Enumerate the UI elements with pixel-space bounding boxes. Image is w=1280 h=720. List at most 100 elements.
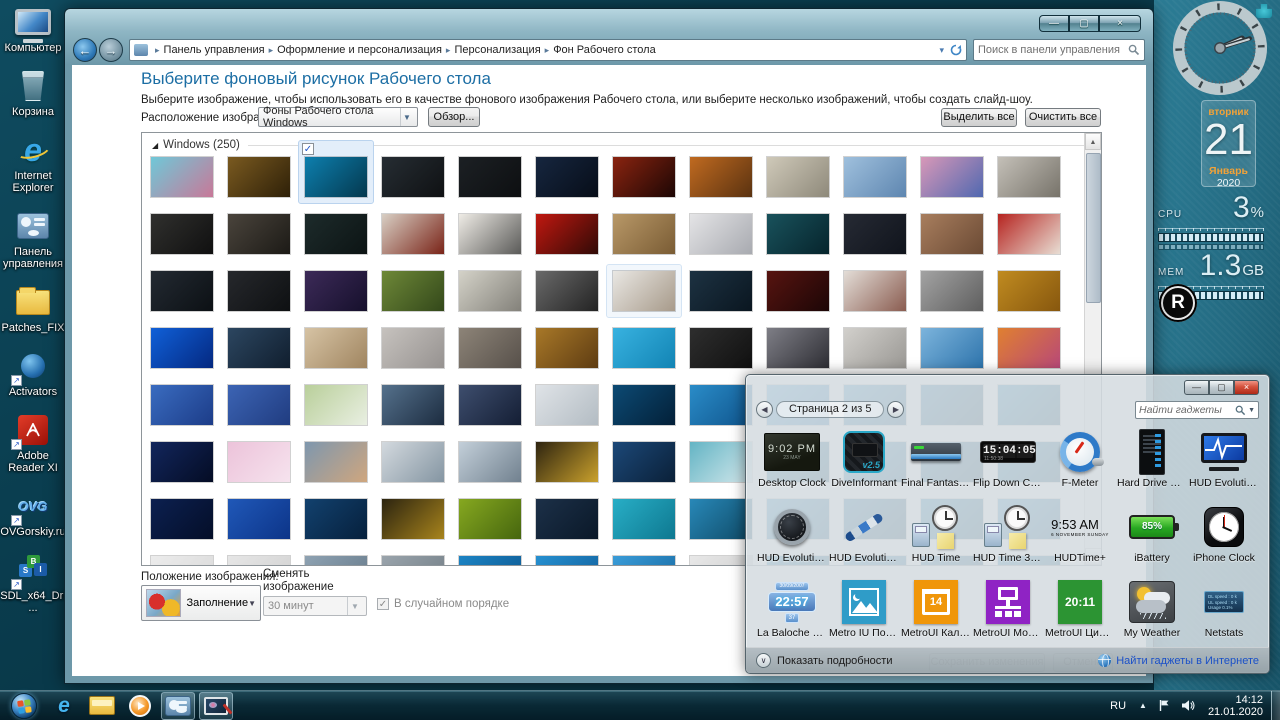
desktop-icon-ovg[interactable]: OVG↗OVGorskiy.ru	[0, 488, 66, 538]
next-page-button[interactable]: ▶	[887, 401, 904, 418]
wallpaper-thumbnail[interactable]	[844, 214, 906, 254]
wallpaper-thumbnail[interactable]	[613, 271, 675, 311]
wallpaper-group-header[interactable]: ◢ Windows (250)	[152, 139, 1087, 151]
volume-icon[interactable]	[1176, 699, 1200, 712]
gadget-item[interactable]: HUD Time	[900, 500, 972, 570]
back-button[interactable]: ←	[73, 38, 97, 62]
wallpaper-thumbnail[interactable]	[382, 442, 444, 482]
interval-select[interactable]: 30 минут ▼	[263, 596, 367, 616]
close-button[interactable]: ×	[1099, 15, 1141, 32]
wallpaper-thumbnail[interactable]	[382, 271, 444, 311]
desktop-icon-ie[interactable]: eInternet Explorer	[0, 132, 66, 194]
wallpaper-thumbnail[interactable]	[536, 385, 598, 425]
wallpaper-thumbnail[interactable]	[382, 328, 444, 368]
gadget-item[interactable]: v2.5DiveInformant	[828, 425, 900, 495]
wallpaper-thumbnail[interactable]	[228, 385, 290, 425]
gadget-item[interactable]: 9:02 PM23 MAYDesktop Clock	[756, 425, 828, 495]
wallpaper-thumbnail[interactable]	[151, 157, 213, 197]
wallpaper-thumbnail[interactable]	[613, 556, 675, 566]
wallpaper-thumbnail[interactable]	[382, 499, 444, 539]
wallpaper-thumbnail[interactable]	[921, 271, 983, 311]
wallpaper-thumbnail[interactable]	[459, 556, 521, 566]
calendar-gadget[interactable]: вторник 21 Январь 2020	[1201, 100, 1256, 187]
refresh-icon[interactable]	[950, 44, 962, 56]
gadget-item[interactable]: HUD Evolution ...	[828, 500, 900, 570]
show-details-label[interactable]: Показать подробности	[777, 655, 892, 667]
close-button[interactable]: ×	[1234, 380, 1259, 395]
wallpaper-thumbnail[interactable]	[228, 442, 290, 482]
wallpaper-thumbnail[interactable]	[536, 442, 598, 482]
gadget-item[interactable]: Final Fantasy XIII...	[900, 425, 972, 495]
taskbar-control-panel-active[interactable]	[161, 692, 195, 720]
wallpaper-thumbnail[interactable]	[536, 214, 598, 254]
gadget-item[interactable]: 85%iBattery	[1116, 500, 1188, 570]
gadget-item[interactable]: My Weather	[1116, 575, 1188, 645]
breadcrumb-item[interactable]: Фон Рабочего стола	[553, 44, 656, 56]
wallpaper-thumbnail[interactable]	[536, 271, 598, 311]
gadget-item[interactable]: 9:53 AM6 NOVEMBER SUNDAYHUDTime+	[1044, 500, 1116, 570]
gadget-item[interactable]: iPhone Clock	[1188, 500, 1260, 570]
scroll-up-button[interactable]: ▲	[1085, 133, 1101, 150]
wallpaper-thumbnail[interactable]	[151, 214, 213, 254]
wallpaper-thumbnail[interactable]	[228, 556, 290, 566]
maximize-button[interactable]: ▢	[1209, 380, 1234, 395]
gadget-item[interactable]: HUD Evolution ...	[756, 500, 828, 570]
wallpaper-thumbnail[interactable]	[305, 442, 367, 482]
wallpaper-thumbnail[interactable]	[305, 157, 367, 197]
forward-button[interactable]: →	[99, 38, 123, 62]
language-indicator[interactable]: RU	[1103, 700, 1133, 712]
wallpaper-thumbnail[interactable]	[690, 442, 752, 482]
window-titlebar[interactable]	[65, 9, 1153, 37]
desktop-icon-recycle[interactable]: Корзина	[0, 68, 66, 118]
wallpaper-thumbnail[interactable]	[382, 157, 444, 197]
wallpaper-thumbnail[interactable]	[690, 271, 752, 311]
gadget-item[interactable]: 15:04:0511:50:38Flip Down Clock	[972, 425, 1044, 495]
wallpaper-thumbnail[interactable]	[690, 499, 752, 539]
analog-clock-gadget[interactable]	[1172, 0, 1268, 96]
wallpaper-thumbnail[interactable]	[613, 214, 675, 254]
breadcrumb-item[interactable]: Панель управления	[164, 44, 265, 56]
wallpaper-thumbnail[interactable]	[228, 214, 290, 254]
wallpaper-thumbnail[interactable]	[613, 157, 675, 197]
wallpaper-thumbnail[interactable]	[228, 328, 290, 368]
wallpaper-thumbnail[interactable]	[151, 556, 213, 566]
taskbar-personalization-active[interactable]	[199, 692, 233, 720]
hidden-icons-button[interactable]: ▲	[1133, 701, 1153, 710]
wallpaper-thumbnail[interactable]	[305, 271, 367, 311]
wallpaper-thumbnail[interactable]	[767, 271, 829, 311]
maximize-button[interactable]: ▢	[1069, 15, 1099, 32]
wallpaper-thumbnail[interactable]	[767, 157, 829, 197]
desktop-icon-sdl[interactable]: SBI↗SDL_x64_Dri...	[0, 552, 66, 614]
wallpaper-thumbnail[interactable]	[151, 499, 213, 539]
wallpaper-thumbnail[interactable]	[228, 157, 290, 197]
wallpaper-thumbnail[interactable]	[998, 214, 1060, 254]
wallpaper-thumbnail[interactable]	[305, 556, 367, 566]
address-dropdown-icon[interactable]: ▾	[939, 45, 944, 56]
select-all-button[interactable]: Выделить все	[941, 108, 1017, 127]
wallpaper-thumbnail[interactable]	[613, 328, 675, 368]
wallpaper-thumbnail[interactable]	[382, 385, 444, 425]
search-input[interactable]	[978, 44, 1128, 56]
wallpaper-thumbnail[interactable]	[151, 271, 213, 311]
wallpaper-thumbnail[interactable]	[459, 442, 521, 482]
cpu-meter-gadget[interactable]: CPU 3%	[1158, 194, 1264, 250]
wallpaper-thumbnail[interactable]	[613, 385, 675, 425]
wallpaper-thumbnail[interactable]	[844, 157, 906, 197]
shuffle-checkbox[interactable]: ✓	[377, 598, 389, 610]
wallpaper-thumbnail[interactable]	[536, 157, 598, 197]
position-select[interactable]: Заполнение ▼	[141, 585, 261, 621]
wallpaper-thumbnail[interactable]	[459, 499, 521, 539]
start-button[interactable]	[11, 693, 37, 719]
gadget-item[interactable]: 14MetroUI Календ...	[900, 575, 972, 645]
wallpaper-thumbnail[interactable]	[613, 499, 675, 539]
taskbar-media-player[interactable]	[123, 692, 157, 720]
selected-checkbox[interactable]: ✓	[302, 143, 314, 155]
previous-page-button[interactable]: ◀	[756, 401, 773, 418]
wallpaper-thumbnail[interactable]	[613, 442, 675, 482]
desktop-icon-activators[interactable]: ↗Activators	[0, 348, 66, 398]
wallpaper-thumbnail[interactable]	[690, 157, 752, 197]
gadget-search-input[interactable]	[1139, 404, 1235, 416]
gadget-item[interactable]: 20:11MetroUI Цифро...	[1044, 575, 1116, 645]
wallpaper-thumbnail[interactable]	[921, 157, 983, 197]
minimize-button[interactable]: —	[1184, 380, 1209, 395]
